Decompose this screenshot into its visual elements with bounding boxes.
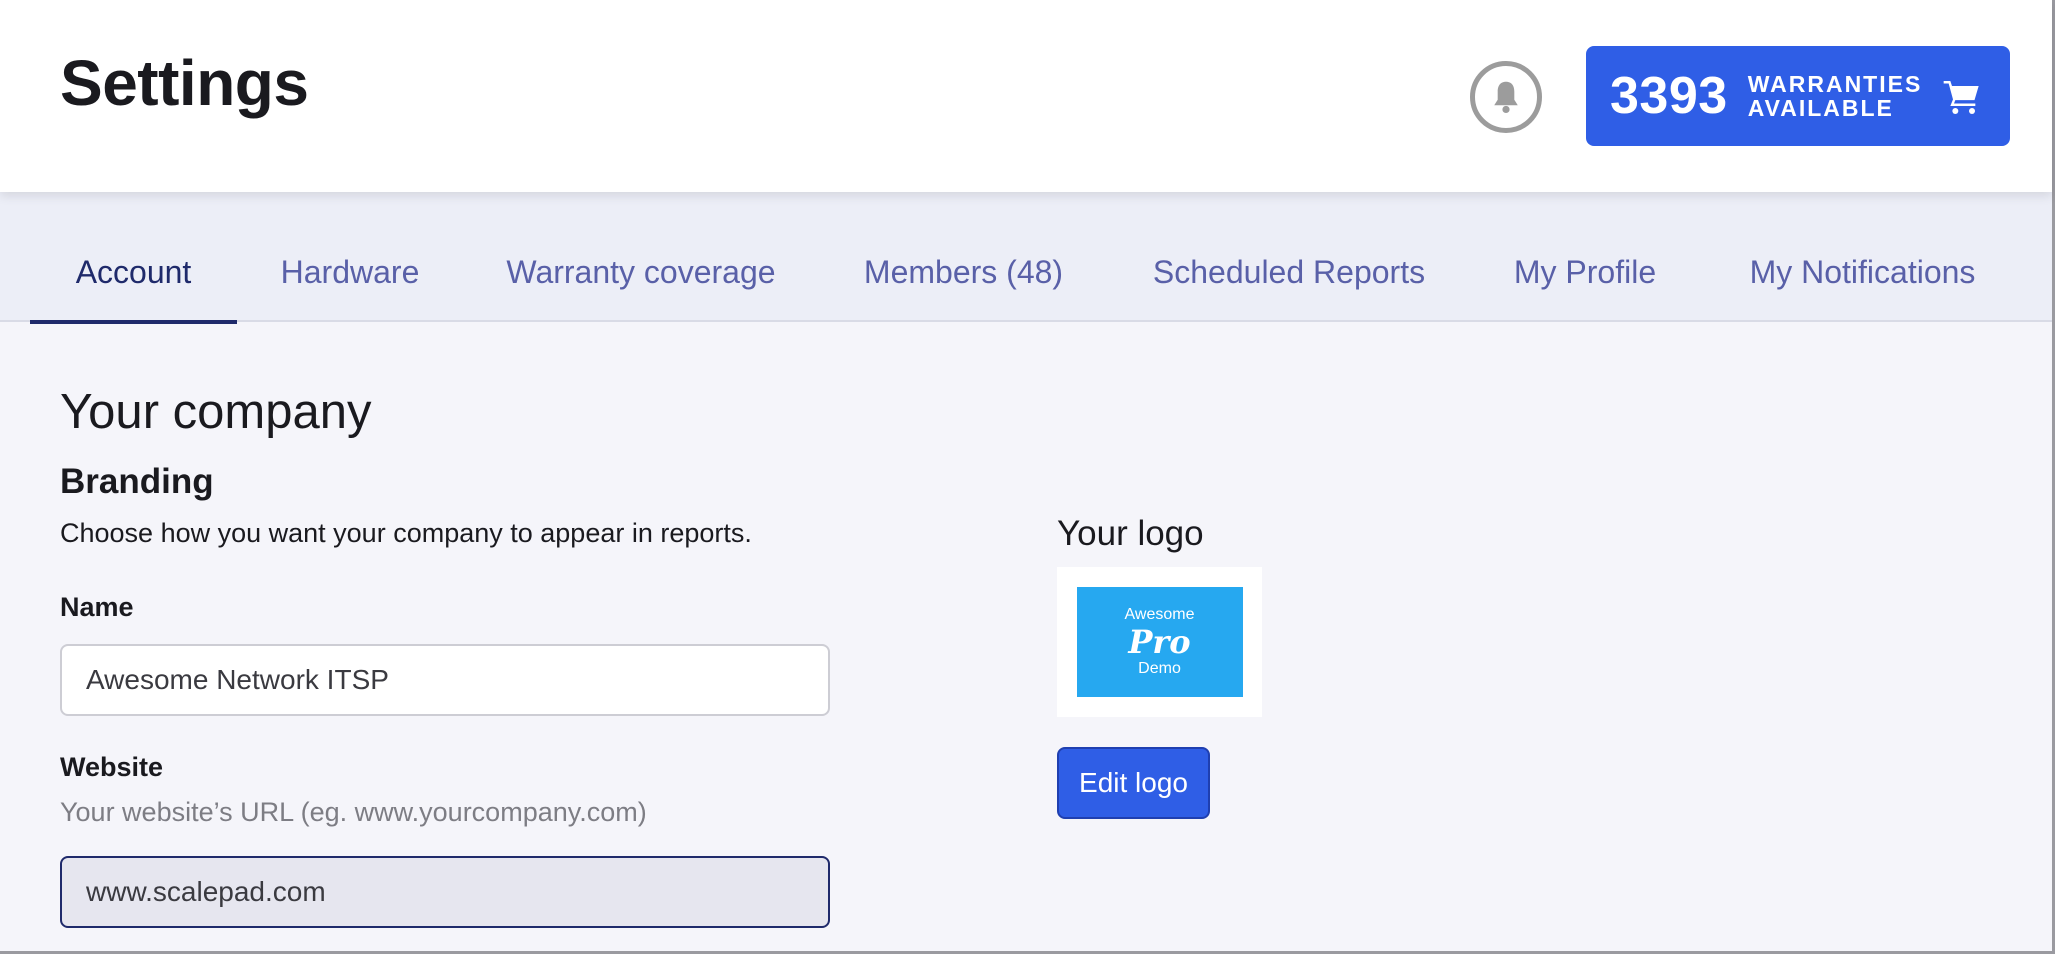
tab-hardware[interactable]: Hardware	[265, 192, 435, 322]
website-hint: Your website’s URL (eg. www.yourcompany.…	[60, 797, 647, 827]
tab-account[interactable]: Account	[30, 192, 237, 324]
bell-icon	[1494, 81, 1518, 114]
logo-title: Your logo	[1057, 514, 1204, 553]
page-header: Settings 3393 WARRANTIES AVAILABLE	[0, 0, 2052, 192]
section-title: Your company	[60, 385, 372, 439]
settings-tabs: Account Hardware Warranty coverage Membe…	[0, 192, 2052, 324]
edit-logo-button[interactable]: Edit logo	[1057, 747, 1210, 819]
website-input[interactable]	[60, 856, 830, 928]
tab-my-profile[interactable]: My Profile	[1495, 192, 1675, 322]
cart-icon	[1943, 81, 1979, 114]
name-label: Name	[60, 592, 134, 622]
logo-preview: Awesome Pro Demo	[1057, 567, 1262, 717]
tab-members[interactable]: Members (48)	[845, 192, 1082, 322]
page-title: Settings	[60, 47, 309, 119]
website-label: Website	[60, 752, 164, 782]
branding-title: Branding	[60, 462, 214, 501]
company-name-input[interactable]	[60, 644, 830, 716]
branding-description: Choose how you want your company to appe…	[60, 518, 752, 548]
company-logo: Awesome Pro Demo	[1076, 587, 1243, 697]
tab-my-notifications[interactable]: My Notifications	[1735, 192, 1990, 322]
tab-scheduled-reports[interactable]: Scheduled Reports	[1140, 192, 1438, 322]
warranties-label: WARRANTIES AVAILABLE	[1747, 71, 1923, 121]
warranties-count: 3393	[1610, 67, 1728, 125]
tab-warranty-coverage[interactable]: Warranty coverage	[490, 192, 792, 322]
notifications-button[interactable]	[1470, 61, 1542, 133]
warranties-available-button[interactable]: 3393 WARRANTIES AVAILABLE	[1586, 46, 2010, 146]
